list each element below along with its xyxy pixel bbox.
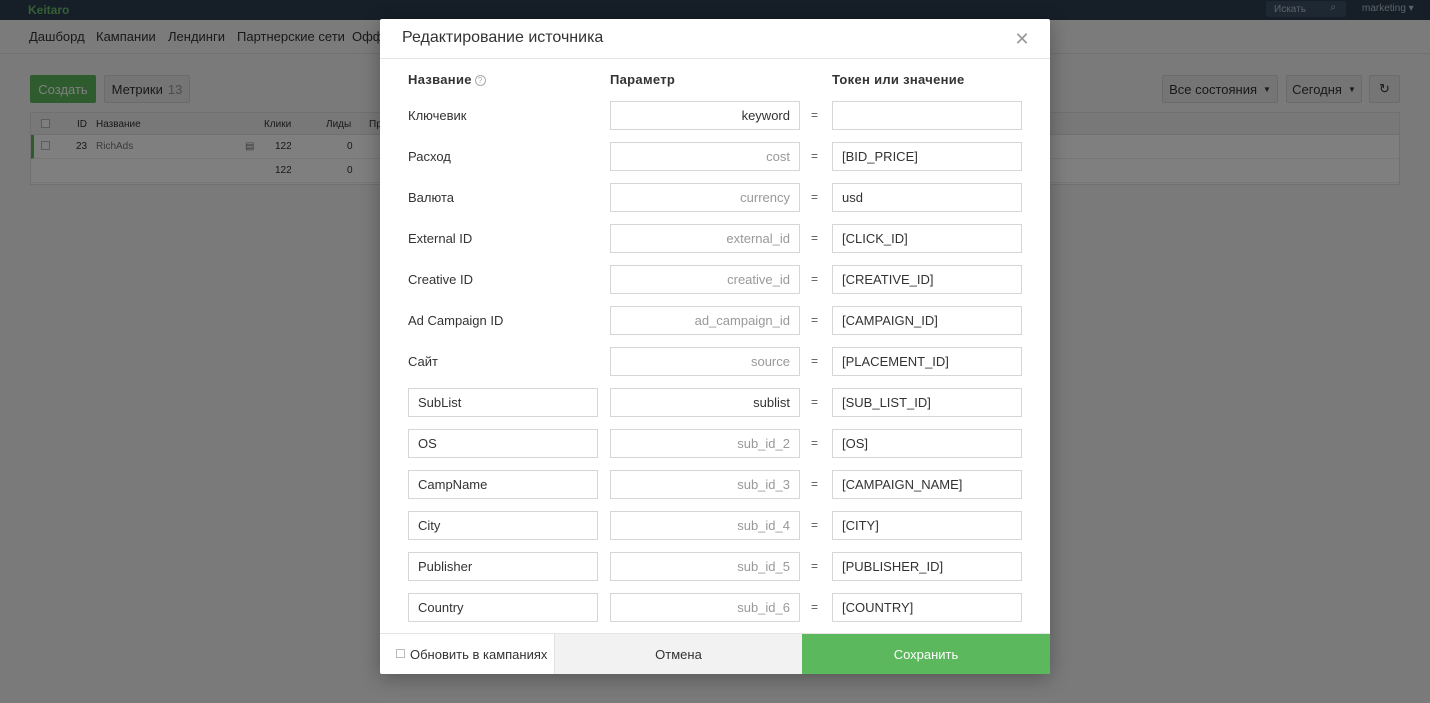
col-header-param: Параметр bbox=[610, 72, 676, 87]
token-input[interactable] bbox=[832, 593, 1022, 622]
param-row-site: Сайт = bbox=[380, 347, 1050, 376]
token-input[interactable] bbox=[832, 265, 1022, 294]
token-input[interactable] bbox=[832, 388, 1022, 417]
help-icon[interactable]: ? bbox=[474, 75, 486, 87]
custom-row-os: = bbox=[380, 429, 1050, 458]
equals-sign: = bbox=[811, 559, 819, 573]
update-campaigns-checkbox[interactable] bbox=[396, 649, 405, 658]
equals-sign: = bbox=[811, 231, 819, 245]
equals-sign: = bbox=[811, 190, 819, 204]
equals-sign: = bbox=[811, 518, 819, 532]
param-input[interactable] bbox=[610, 511, 800, 540]
token-input[interactable] bbox=[832, 429, 1022, 458]
equals-sign: = bbox=[811, 354, 819, 368]
equals-sign: = bbox=[811, 436, 819, 450]
modal-header: Редактирование источника ✕ bbox=[380, 19, 1050, 59]
col-header-token: Токен или значение bbox=[832, 72, 965, 87]
token-input[interactable] bbox=[832, 142, 1022, 171]
equals-sign: = bbox=[811, 600, 819, 614]
param-row-currency: Валюта = bbox=[380, 183, 1050, 212]
token-input[interactable] bbox=[832, 101, 1022, 130]
modal-footer: Обновить в кампаниях Отмена Сохранить bbox=[380, 633, 1050, 674]
row-label: Расход bbox=[408, 149, 451, 164]
name-input[interactable] bbox=[408, 593, 598, 622]
custom-row-city: = bbox=[380, 511, 1050, 540]
token-input[interactable] bbox=[832, 511, 1022, 540]
param-input[interactable] bbox=[610, 306, 800, 335]
param-row-cost: Расход = bbox=[380, 142, 1050, 171]
param-input[interactable] bbox=[610, 347, 800, 376]
close-icon[interactable]: ✕ bbox=[1014, 30, 1030, 48]
equals-sign: = bbox=[811, 395, 819, 409]
equals-sign: = bbox=[811, 313, 819, 327]
param-input[interactable] bbox=[610, 265, 800, 294]
update-campaigns-label[interactable]: Обновить в кампаниях bbox=[410, 647, 547, 662]
row-label: Сайт bbox=[408, 354, 438, 369]
custom-row-country: = bbox=[380, 593, 1050, 622]
param-input[interactable] bbox=[610, 552, 800, 581]
edit-source-modal: Редактирование источника ✕ Название? Пар… bbox=[380, 19, 1050, 674]
equals-sign: = bbox=[811, 149, 819, 163]
token-input[interactable] bbox=[832, 224, 1022, 253]
custom-row-sublist: = bbox=[380, 388, 1050, 417]
row-label: Ad Campaign ID bbox=[408, 313, 504, 328]
cancel-button[interactable]: Отмена bbox=[554, 634, 802, 674]
save-button[interactable]: Сохранить bbox=[802, 634, 1050, 674]
row-label: External ID bbox=[408, 231, 473, 246]
token-input[interactable] bbox=[832, 183, 1022, 212]
param-input[interactable] bbox=[610, 593, 800, 622]
token-input[interactable] bbox=[832, 470, 1022, 499]
param-input[interactable] bbox=[610, 224, 800, 253]
name-input[interactable] bbox=[408, 388, 598, 417]
token-input[interactable] bbox=[832, 552, 1022, 581]
param-input[interactable] bbox=[610, 388, 800, 417]
param-input[interactable] bbox=[610, 470, 800, 499]
name-input[interactable] bbox=[408, 552, 598, 581]
row-label: Creative ID bbox=[408, 272, 474, 287]
name-input[interactable] bbox=[408, 511, 598, 540]
custom-row-campname: = bbox=[380, 470, 1050, 499]
equals-sign: = bbox=[811, 108, 819, 122]
row-label: Ключевик bbox=[408, 108, 467, 123]
equals-sign: = bbox=[811, 477, 819, 491]
token-input[interactable] bbox=[832, 347, 1022, 376]
param-input[interactable] bbox=[610, 142, 800, 171]
param-input[interactable] bbox=[610, 101, 800, 130]
name-input[interactable] bbox=[408, 470, 598, 499]
col-header-name: Название? bbox=[408, 72, 486, 87]
modal-title: Редактирование источника bbox=[402, 29, 604, 46]
param-row-creative-id: Creative ID = bbox=[380, 265, 1050, 294]
name-input[interactable] bbox=[408, 429, 598, 458]
param-row-external-id: External ID = bbox=[380, 224, 1050, 253]
param-input[interactable] bbox=[610, 183, 800, 212]
param-input[interactable] bbox=[610, 429, 800, 458]
param-row-ad-campaign-id: Ad Campaign ID = bbox=[380, 306, 1050, 335]
token-input[interactable] bbox=[832, 306, 1022, 335]
custom-row-publisher: = bbox=[380, 552, 1050, 581]
row-label: Валюта bbox=[408, 190, 454, 205]
param-row-keyword: Ключевик = bbox=[380, 101, 1050, 130]
equals-sign: = bbox=[811, 272, 819, 286]
